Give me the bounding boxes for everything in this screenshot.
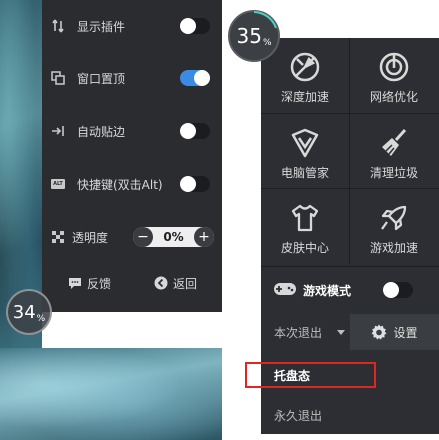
back-arrow-icon xyxy=(154,276,168,290)
setting-label: 显示插件 xyxy=(77,19,126,34)
setting-label: 自动贴边 xyxy=(77,124,126,139)
opacity-stepper: − 0% + xyxy=(133,227,214,247)
gamepad-icon xyxy=(273,281,297,300)
gear-icon xyxy=(371,324,387,340)
tile-game-accelerate[interactable]: 游戏加速 xyxy=(350,189,438,264)
opacity-increase-button[interactable]: + xyxy=(194,227,214,247)
menu-footer: 本次退出 设置 xyxy=(261,314,439,350)
progress-arc xyxy=(253,11,277,29)
tile-network-optimize[interactable]: 网络优化 xyxy=(350,38,438,113)
exit-option-quit[interactable]: 永久退出 xyxy=(261,396,350,434)
floating-ball-right[interactable]: 35 % xyxy=(228,10,280,62)
caret-down-icon xyxy=(337,330,345,335)
tile-label: 皮肤中心 xyxy=(280,241,329,255)
tile-skin-center[interactable]: 皮肤中心 xyxy=(261,189,349,264)
tile-clean-junk[interactable]: 清理垃圾 xyxy=(350,114,438,189)
hotkey-toggle[interactable] xyxy=(180,176,210,192)
game-mode-label: 游戏模式 xyxy=(303,283,352,298)
back-button[interactable]: 返回 xyxy=(154,272,197,294)
setting-label: 窗口置顶 xyxy=(77,71,126,86)
toggle-knob xyxy=(383,282,399,298)
network-optimize-icon xyxy=(378,51,410,83)
snap-edge-toggle[interactable] xyxy=(180,123,210,139)
tile-pc-manager[interactable]: 电脑管家 xyxy=(261,114,349,189)
opacity-value[interactable]: 0% xyxy=(153,230,194,244)
game-mode-toggle[interactable] xyxy=(383,282,413,298)
opacity-icon xyxy=(50,229,66,245)
snap-edge-icon xyxy=(50,123,66,139)
opacity-label: 透明度 xyxy=(72,230,109,245)
game-mode-row[interactable]: 游戏模式 xyxy=(261,268,439,312)
shield-icon xyxy=(289,127,321,159)
ball-unit: % xyxy=(36,314,46,324)
tshirt-icon xyxy=(289,202,321,234)
feedback-label: 反馈 xyxy=(87,276,112,291)
back-label: 返回 xyxy=(173,276,198,291)
rocket-icon xyxy=(378,202,410,234)
annotation-highlight-box xyxy=(245,362,376,388)
tile-label: 游戏加速 xyxy=(369,241,418,255)
alt-key-icon: ALT xyxy=(50,176,66,192)
settings-button[interactable]: 设置 xyxy=(350,314,439,350)
toggle-knob xyxy=(180,18,196,34)
window-top-toggle[interactable] xyxy=(180,70,210,86)
divider xyxy=(261,266,439,267)
setting-show-plugin[interactable]: 显示插件 xyxy=(42,11,222,41)
wallpaper-bottom xyxy=(0,348,222,440)
setting-hotkey[interactable]: ALT 快捷键(双击Alt) xyxy=(42,169,222,199)
feedback-button[interactable]: 反馈 xyxy=(68,272,111,294)
broom-icon xyxy=(378,127,410,159)
plugin-icon xyxy=(50,18,66,34)
setting-window-top[interactable]: 窗口置顶 xyxy=(42,63,222,93)
toggle-knob xyxy=(180,123,196,139)
show-plugin-toggle[interactable] xyxy=(180,18,210,34)
opacity-decrease-button[interactable]: − xyxy=(133,227,153,247)
deep-accelerate-icon xyxy=(289,51,321,83)
tile-label: 电脑管家 xyxy=(280,166,329,180)
settings-label: 设置 xyxy=(393,325,418,340)
tile-label: 深度加速 xyxy=(280,90,329,104)
setting-snap-edge[interactable]: 自动贴边 xyxy=(42,116,222,146)
chat-icon xyxy=(68,276,82,290)
alt-badge: ALT xyxy=(51,179,65,189)
exit-mode-label: 本次退出 xyxy=(274,325,323,340)
setting-label: 快捷键(双击Alt) xyxy=(77,177,163,192)
tile-label: 清理垃圾 xyxy=(369,166,418,180)
ball-value: 34 xyxy=(12,301,36,323)
settings-panel: 显示插件 窗口置顶 自动贴边 ALT 快捷键(双击Alt) 透明度 − 0% + xyxy=(42,0,222,312)
toggle-knob xyxy=(180,176,196,192)
toggle-knob xyxy=(194,70,210,86)
tile-label: 网络优化 xyxy=(369,90,418,104)
exit-mode-select[interactable]: 本次退出 xyxy=(261,314,350,350)
window-top-icon xyxy=(50,70,66,86)
floating-ball-left[interactable]: 34 % xyxy=(6,289,52,335)
